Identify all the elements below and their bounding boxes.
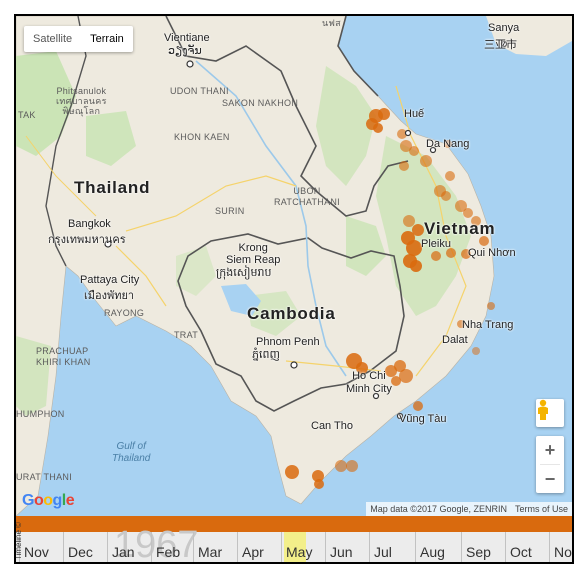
- timeline-tick: [193, 532, 194, 562]
- map-attribution: Map data ©2017 Google, ZENRIN Terms of U…: [366, 502, 572, 516]
- city-label-bangkok: Bangkok: [68, 218, 111, 230]
- zoom-in-button[interactable]: +: [536, 436, 564, 464]
- timeline-month-nov[interactable]: Nov: [24, 544, 49, 560]
- sea-label-gulf-of-thailand: Gulf of Thailand: [112, 441, 151, 464]
- city-label-sanya: Sanya: [488, 22, 520, 34]
- region-label-phitsanulok: Phitsanulok เทศบาลนคร พิษณุโลก: [56, 86, 107, 116]
- timeline-tick: [237, 532, 238, 562]
- timeline-tick: [461, 532, 462, 562]
- city-label-siem-reap-local: ក្រុងសៀមរាប: [216, 267, 272, 279]
- timeline-month-may[interactable]: May: [286, 544, 312, 560]
- timeline-month-sep[interactable]: Sep: [466, 544, 491, 560]
- terms-of-use-link[interactable]: Terms of Use: [515, 502, 568, 516]
- timeline-month-dec[interactable]: Dec: [68, 544, 93, 560]
- google-logo: Google: [22, 492, 75, 509]
- map-type-control: Satellite Terrain: [24, 26, 133, 52]
- city-label-pattaya-local: เมืองพัทยา: [84, 290, 135, 302]
- timeline[interactable]: 1967 Nov Dec Jan Feb Mar Apr May Jun Jul Aug Sep Oc…: [16, 516, 572, 562]
- region-label-trat: TRAT: [174, 330, 199, 340]
- timeline-month-jul[interactable]: Jul: [374, 544, 392, 560]
- timeline-month-mar[interactable]: Mar: [198, 544, 222, 560]
- city-label-ho-chi-minh: Ho Chi Minh City: [346, 370, 392, 395]
- country-label-vietnam: Vietnam: [424, 219, 496, 238]
- city-label-qui-nhon: Qui Nhơn: [468, 247, 516, 259]
- timeline-tick: [325, 532, 326, 562]
- city-label-phnom-penh-local: ភ្នំពេញ: [252, 349, 280, 361]
- timeline-tick: [281, 532, 282, 562]
- city-label-can-tho: Can Tho: [311, 420, 353, 432]
- region-label-tak: TAK: [18, 110, 36, 120]
- timeline-tick: [151, 532, 152, 562]
- timeline-month-aug[interactable]: Aug: [420, 544, 445, 560]
- timeline-month-feb[interactable]: Feb: [156, 544, 180, 560]
- timeline-month-jan[interactable]: Jan: [112, 544, 135, 560]
- city-label-sanya-local: 三亚市: [484, 39, 517, 51]
- region-label-udon-thani: UDON THANI: [170, 86, 229, 96]
- city-label-phnom-penh: Phnom Penh: [256, 336, 320, 348]
- region-label-sakon-nakhon: SAKON NAKHON: [222, 98, 299, 108]
- timeline-tick: [415, 532, 416, 562]
- timeline-month-apr[interactable]: Apr: [242, 544, 264, 560]
- city-label-vientiane: Vientiane: [164, 32, 210, 44]
- city-label-pleiku: Pleiku: [421, 238, 451, 250]
- zoom-out-button[interactable]: −: [536, 465, 564, 493]
- map-data-text: Map data ©2017 Google, ZENRIN: [370, 504, 507, 514]
- timeline-month-jun[interactable]: Jun: [330, 544, 353, 560]
- country-label-thailand: Thailand: [74, 178, 151, 197]
- pegman-icon: [538, 399, 548, 420]
- region-label-ubon: UBON RATCHATHANI: [274, 186, 340, 207]
- timeline-tick: [369, 532, 370, 562]
- region-label-khon-kaen: KHON KAEN: [174, 132, 230, 142]
- timeline-tick: [549, 532, 550, 562]
- timeline-tick: [107, 532, 108, 562]
- street-view-pegman[interactable]: [536, 399, 564, 427]
- timeline-month-oct[interactable]: Oct: [510, 544, 532, 560]
- city-label-siem-reap: Krong Siem Reap: [226, 242, 281, 266]
- timeline-label: Timeline ©: [14, 521, 23, 560]
- region-label-rayong: RAYONG: [104, 308, 145, 318]
- timeline-tick: [505, 532, 506, 562]
- region-label-surin: SURIN: [215, 206, 245, 216]
- map-widget: Thailand Cambodia Vietnam Gulf of Thaila…: [14, 14, 574, 564]
- city-label-bangkok-local: กรุงเทพมหานคร: [48, 234, 126, 246]
- region-label-fragment: นฟส: [322, 18, 341, 28]
- zoom-control: + −: [536, 436, 564, 493]
- region-label-surat: URAT THANI: [16, 472, 73, 482]
- timeline-bar[interactable]: [16, 516, 572, 532]
- timeline-tick: [63, 532, 64, 562]
- country-label-cambodia: Cambodia: [247, 304, 336, 323]
- city-label-pattaya: Pattaya City: [80, 274, 140, 286]
- city-label-da-nang: Da Nang: [426, 138, 470, 150]
- region-label-prachuap: PRACHUAP KHIRI KHAN: [36, 346, 91, 367]
- satellite-button[interactable]: Satellite: [24, 26, 81, 52]
- city-label-vung-tau: Vũng Tàu: [399, 413, 447, 425]
- region-label-chumphon: HUMPHON: [16, 409, 65, 419]
- city-label-nha-trang: Nha Trang: [462, 319, 514, 331]
- timeline-month-no[interactable]: No: [554, 544, 572, 560]
- map-canvas[interactable]: Thailand Cambodia Vietnam Gulf of Thaila…: [16, 16, 572, 516]
- city-label-vientiane-local: ວຽງຈັນ: [168, 45, 202, 57]
- terrain-button[interactable]: Terrain: [81, 26, 133, 52]
- city-label-hue: Huế: [404, 108, 425, 120]
- city-label-dalat: Dalat: [442, 334, 468, 346]
